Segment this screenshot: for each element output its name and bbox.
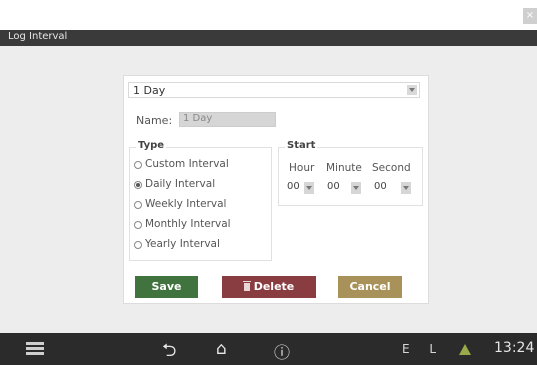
chevron-down-icon[interactable] xyxy=(304,182,314,194)
hour-select[interactable]: 00 xyxy=(287,180,323,196)
name-label: Name: xyxy=(136,114,173,127)
content-area: 1 Day Name: 1 Day Type Custom Interval D… xyxy=(0,46,537,333)
taskbar: ⮌ ⌂ ⓘ E L 13:24 xyxy=(0,333,537,365)
minute-select-value: 00 xyxy=(327,181,340,192)
radio-label: Monthly Interval xyxy=(145,218,231,230)
type-legend: Type xyxy=(136,140,167,151)
delete-button-label: Delete xyxy=(253,280,295,293)
back-icon[interactable]: ⮌ xyxy=(162,338,176,365)
start-group: Start Hour Minute Second 00 00 00 xyxy=(278,140,423,206)
radio-label: Daily Interval xyxy=(145,178,216,190)
second-select[interactable]: 00 xyxy=(374,180,411,196)
minute-select[interactable]: 00 xyxy=(327,180,363,196)
hour-label: Hour xyxy=(289,162,315,174)
radio-icon[interactable] xyxy=(134,221,142,229)
interval-select-value: 1 Day xyxy=(133,84,166,97)
radio-label: Custom Interval xyxy=(145,158,229,170)
radio-icon[interactable] xyxy=(134,201,142,209)
chevron-down-icon[interactable] xyxy=(351,182,361,194)
radio-icon[interactable] xyxy=(134,181,142,189)
save-button[interactable]: Save xyxy=(135,276,198,298)
status-text: E L xyxy=(402,342,445,356)
warning-icon[interactable] xyxy=(459,344,471,355)
cancel-button[interactable]: Cancel xyxy=(338,276,402,298)
radio-label: Yearly Interval xyxy=(145,238,220,250)
second-label: Second xyxy=(372,162,411,174)
second-select-value: 00 xyxy=(374,181,387,192)
top-bar: × xyxy=(0,0,537,30)
delete-button[interactable]: Delete xyxy=(222,276,316,298)
hour-select-value: 00 xyxy=(287,181,300,192)
menu-icon[interactable] xyxy=(26,342,44,357)
window-title: Log Interval xyxy=(8,31,68,42)
home-icon[interactable]: ⌂ xyxy=(216,339,227,359)
name-input[interactable]: 1 Day xyxy=(179,112,276,127)
trash-icon xyxy=(242,281,251,291)
chevron-down-icon[interactable] xyxy=(401,182,411,194)
type-group: Type Custom Interval Daily Interval Week… xyxy=(129,140,272,261)
radio-icon[interactable] xyxy=(134,241,142,249)
interval-select[interactable]: 1 Day xyxy=(128,82,420,98)
radio-label: Weekly Interval xyxy=(145,198,227,210)
minute-label: Minute xyxy=(326,162,362,174)
start-legend: Start xyxy=(285,140,318,151)
info-icon[interactable]: ⓘ xyxy=(274,339,290,363)
log-interval-dialog: 1 Day Name: 1 Day Type Custom Interval D… xyxy=(123,75,429,304)
close-icon[interactable]: × xyxy=(523,8,537,24)
window-title-bar: Log Interval xyxy=(0,30,537,46)
chevron-down-icon[interactable] xyxy=(407,85,417,95)
clock: 13:24 xyxy=(494,340,535,356)
name-input-value: 1 Day xyxy=(183,113,213,124)
radio-icon[interactable] xyxy=(134,161,142,169)
